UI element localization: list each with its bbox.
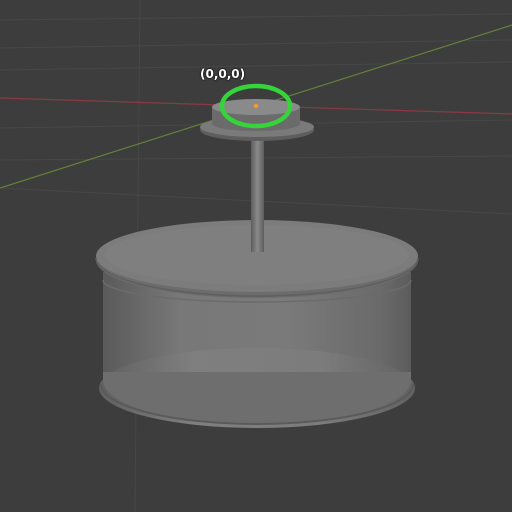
origin-point	[253, 103, 259, 109]
pole[interactable]	[251, 134, 264, 252]
3d-viewport[interactable]: (0,0,0)	[0, 0, 512, 512]
origin-coordinate-label: (0,0,0)	[200, 67, 246, 81]
viewport-scene[interactable]	[0, 0, 512, 512]
